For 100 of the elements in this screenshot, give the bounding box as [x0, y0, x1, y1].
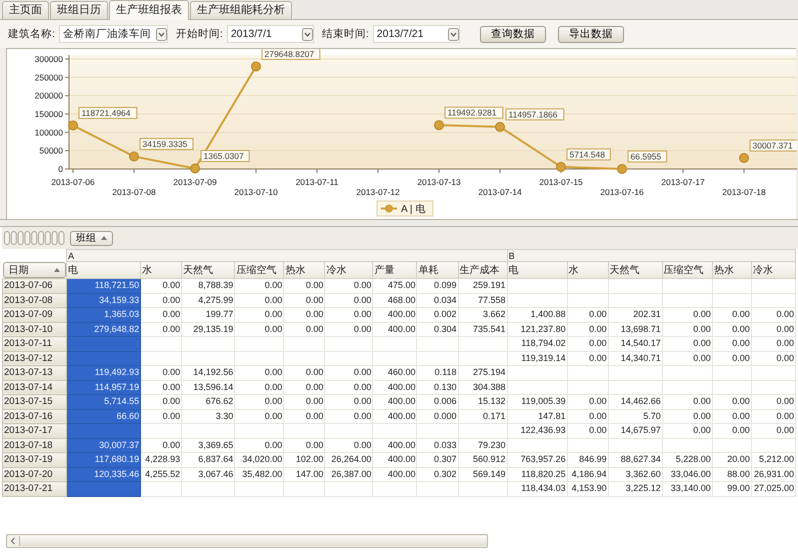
data-label: 34159.3335	[142, 138, 188, 149]
table-cell: 0.00	[234, 409, 284, 424]
column-header[interactable]: 生产成本	[458, 262, 508, 278]
table-cell: 400.00	[372, 394, 417, 409]
column-header[interactable]: 冷水	[751, 262, 796, 278]
dropdown-field[interactable]: 2013/7/1	[226, 25, 314, 43]
table-cell: 0.00	[234, 366, 284, 380]
table-cell: 0.00	[284, 366, 325, 380]
table-cell: 0.00	[284, 409, 325, 424]
row-header: 2013-07-15	[2, 394, 67, 409]
x-tick-label: 2013-07-06	[51, 177, 95, 187]
splitter-bar[interactable]	[0, 219, 798, 227]
table-cell: 0.00	[712, 336, 752, 351]
table-cell: 0.00	[567, 322, 608, 336]
y-tick-label: 50000	[39, 146, 63, 156]
column-header[interactable]: 压缩空气	[234, 262, 284, 278]
table-cell: 0.302	[416, 467, 458, 482]
table-cell: 0.00	[140, 380, 182, 394]
table-cell: 0.00	[662, 322, 712, 336]
table-cell: 26,931.00	[751, 467, 796, 482]
table-cell: 20.00	[712, 452, 752, 467]
table-cell: 763,957.26	[507, 452, 568, 467]
table-cell: 199.77	[182, 308, 235, 322]
filter-label: 开始时间:	[176, 27, 223, 41]
table-cell: 5,714.55	[66, 394, 141, 409]
tab[interactable]: 生产班组报表	[109, 0, 189, 20]
row-header: 2013-07-08	[2, 293, 67, 308]
column-header[interactable]: 热水	[712, 262, 752, 278]
column-header[interactable]: 电	[507, 262, 568, 278]
y-tick-label: 200000	[34, 90, 63, 101]
table-cell: 0.00	[140, 409, 182, 424]
toolbar-button[interactable]: 导出数据	[558, 26, 624, 42]
table-cell: 0.00	[662, 394, 712, 409]
table-cell: 29,135.19	[182, 322, 235, 336]
column-header[interactable]: 压缩空气	[662, 262, 712, 278]
table-cell: 0.118	[416, 366, 458, 380]
tab[interactable]: 班组日历	[50, 1, 108, 19]
row-header: 2013-07-20	[2, 467, 67, 482]
table-cell: 0.00	[712, 322, 752, 336]
table-cell: 3,369.65	[182, 438, 235, 452]
x-tick-label: 2013-07-18	[722, 187, 766, 197]
table-cell: 259.191	[458, 278, 508, 293]
data-label: 118721.4964	[78, 106, 138, 119]
table-cell: 14,540.17	[608, 336, 662, 351]
table-cell: 0.00	[567, 409, 608, 424]
column-header[interactable]: 单耗	[416, 262, 458, 278]
row-header: 2013-07-13	[2, 366, 67, 380]
table-cell: 846.99	[567, 452, 608, 467]
table-cell: 0.00	[324, 380, 373, 394]
table-cell: 79.230	[458, 438, 508, 452]
table-cell: 4,186.94	[567, 467, 608, 482]
table-cell: 0.034	[416, 293, 458, 308]
x-tick-label: 2013-07-08	[112, 187, 156, 197]
toolbar-button[interactable]: 查询数据	[480, 26, 546, 42]
table-cell: 0.00	[324, 278, 373, 293]
x-tick-label: 2013-07-15	[539, 177, 583, 187]
tab[interactable]: 生产班组能耗分析	[190, 1, 292, 19]
column-header[interactable]: 天然气	[608, 262, 662, 278]
table-cell: 0.00	[140, 308, 182, 322]
column-header[interactable]: 冷水	[324, 262, 373, 278]
table-cell: 468.00	[372, 293, 417, 308]
row-header: 2013-07-10	[2, 322, 67, 336]
table-cell: 1,365.03	[66, 308, 141, 322]
x-tick-label: 2013-07-09	[173, 177, 217, 187]
column-header[interactable]: 水	[140, 262, 182, 278]
table-cell: 0.00	[324, 409, 373, 424]
table-cell: 676.62	[182, 394, 235, 409]
table-cell: 119,005.39	[507, 394, 568, 409]
table-cell: 0.002	[416, 308, 458, 322]
table-cell: 0.00	[712, 351, 752, 366]
column-header[interactable]: 水	[567, 262, 608, 278]
dropdown-field[interactable]: 2013/7/21	[372, 25, 460, 43]
table-cell: 560.912	[458, 452, 508, 467]
table-cell: 0.00	[234, 394, 284, 409]
table-cell: 4,275.99	[182, 293, 235, 308]
data-label: 34159.3335	[140, 138, 194, 150]
dropdown-field[interactable]: 金桥南厂油漆车间	[58, 25, 168, 43]
column-header[interactable]: 天然气	[182, 262, 235, 278]
table-cell: 119,319.14	[507, 351, 568, 366]
y-tick-label: 150000	[34, 109, 63, 119]
group-button[interactable]: 班组	[70, 230, 113, 246]
table-cell: 0.00	[751, 336, 796, 351]
date-column-header[interactable]: 日期	[2, 262, 66, 278]
table-cell: 147.00	[284, 467, 325, 482]
column-header[interactable]: 产量	[372, 262, 417, 278]
row-header: 2013-07-14	[2, 380, 67, 394]
column-header[interactable]: 电	[66, 262, 141, 278]
table-cell: 0.00	[567, 336, 608, 351]
tab[interactable]: 主页面	[2, 1, 49, 19]
table-cell: 0.00	[234, 438, 284, 452]
table-cell: 0.00	[662, 409, 712, 424]
row-header: 2013-07-21	[2, 482, 67, 496]
table-cell: 118,721.50	[66, 278, 141, 293]
table-cell: 460.00	[372, 366, 417, 380]
table-cell: 13,698.71	[608, 322, 662, 336]
table-cell: 4,255.52	[140, 467, 182, 482]
horizontal-scrollbar[interactable]	[6, 534, 488, 548]
column-header[interactable]: 热水	[284, 262, 325, 278]
x-tick-label: 2013-07-17	[661, 177, 705, 187]
row-header: 2013-07-09	[2, 308, 67, 322]
